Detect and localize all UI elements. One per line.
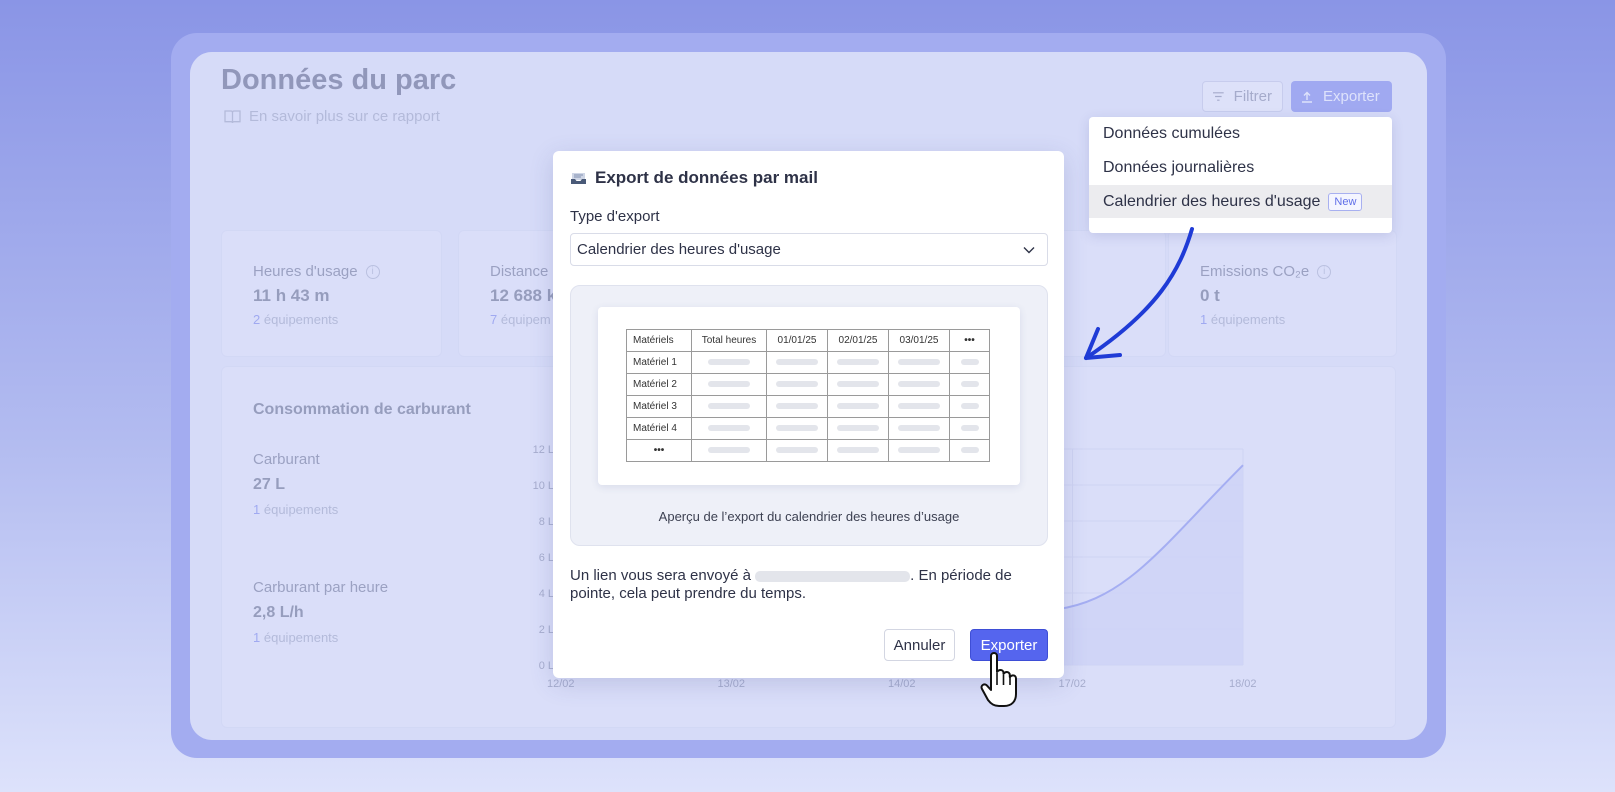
export-modal: Export de données par mail Type d'export… [553,151,1064,678]
stat-unit: équipements [263,312,339,327]
filter-icon [1213,92,1224,101]
y-tick-label: 8 L [539,516,554,528]
stat-unit: équipements [1210,312,1286,327]
learn-more-label: En savoir plus sur ce rapport [249,108,440,125]
x-tick-label: 12/02 [547,678,575,690]
x-tick-label: 18/02 [1229,678,1257,690]
preview-table: Matériels Total heures 01/01/25 02/01/25… [626,329,990,462]
stat-value: 11 h 43 m [253,286,330,305]
table-header: Matériels [626,329,692,352]
table-row: Matériel 2 [626,373,990,396]
book-icon [224,110,241,124]
cancel-button[interactable]: Annuler [884,629,955,661]
x-tick-label: 13/02 [718,678,746,690]
menu-item-label: Données journalières [1103,158,1255,176]
row-label: ••• [626,439,692,462]
table-header: 02/01/25 [827,329,889,352]
stat-count: 7 [490,312,498,327]
menu-item-label: Données cumulées [1103,124,1240,142]
preview-sheet: Matériels Total heures 01/01/25 02/01/25… [598,307,1020,485]
table-row: Matériel 3 [626,395,990,418]
redacted-email [755,570,911,582]
export-menu: Données cumulées Données journalières Ca… [1089,117,1392,233]
export-top-button[interactable]: Exporter [1291,81,1392,112]
export-type-label: Type d'export [570,208,660,225]
export-info-text: Un lien vous sera envoyé à . En période … [570,567,1040,603]
table-header-row: Matériels Total heures 01/01/25 02/01/25… [626,329,990,352]
row-label: Matériel 3 [626,395,692,418]
info-text-before: Un lien vous sera envoyé à [570,567,751,584]
row-label: Matériel 2 [626,373,692,396]
stat-label: Heures d'usage [253,263,358,280]
info-icon[interactable]: i [365,264,380,279]
hand-cursor-icon [980,652,1017,707]
export-type-select[interactable]: Calendrier des heures d'usage [570,233,1048,266]
filter-label: Filtrer [1233,88,1272,105]
menu-item-label: Calendrier des heures d'usage [1103,192,1321,210]
stat-value: 0 t [1200,286,1220,305]
row-label: Matériel 4 [626,417,692,440]
preview-caption: Aperçu de l’export du calendrier des heu… [658,509,960,524]
stat-count: 1 [1200,312,1208,327]
stat-value: 12 688 k [490,286,557,305]
stat-label: Distance [490,263,549,280]
y-tick-label: 2 L [539,624,554,636]
export-preview: Matériels Total heures 01/01/25 02/01/25… [570,285,1048,546]
stat-card-usage-hours: Heures d'usage i 11 h 43 m 2 équipements [221,230,442,357]
chevron-down-icon [1023,246,1035,253]
modal-title: Export de données par mail [595,168,818,187]
menu-item-daily[interactable]: Données journalières [1089,151,1392,184]
mail-tray-icon [571,173,586,184]
info-icon[interactable]: i [1317,264,1332,279]
stat-label: Emissions CO₂e [1200,263,1310,280]
annotation-arrow-icon [1084,227,1194,360]
stat-count: 2 [253,312,261,327]
table-row: Matériel 1 [626,351,990,374]
table-header: Total heures [691,329,767,352]
learn-more-link[interactable]: En savoir plus sur ce rapport [224,108,440,125]
table-header: 03/01/25 [888,329,950,352]
table-row: ••• [626,439,990,462]
stat-unit: équipem [500,312,551,327]
table-header: 01/01/25 [766,329,828,352]
upload-icon [1302,91,1312,103]
filter-button[interactable]: Filtrer [1202,81,1283,112]
y-tick-label: 6 L [539,552,554,564]
y-tick-label: 0 L [539,660,554,672]
stat-card-emissions: Emissions CO₂e i 0 t 1 équipements [1168,230,1397,357]
menu-item-usage-calendar[interactable]: Calendrier des heures d'usage New [1089,185,1392,218]
y-tick-label: 12 L [533,444,554,456]
table-row: Matériel 4 [626,417,990,440]
export-top-label: Exporter [1323,88,1380,105]
y-tick-label: 10 L [533,480,554,492]
x-tick-label: 17/02 [1059,678,1087,690]
table-header: ••• [949,329,990,352]
menu-item-cumulative[interactable]: Données cumulées [1089,117,1392,150]
x-tick-label: 14/02 [888,678,916,690]
row-label: Matériel 1 [626,351,692,374]
page-title: Données du parc [221,64,457,96]
export-type-value: Calendrier des heures d'usage [577,241,781,258]
y-tick-label: 4 L [539,588,554,600]
new-badge: New [1328,192,1363,211]
